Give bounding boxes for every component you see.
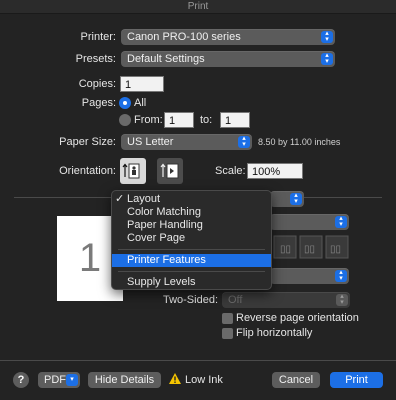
portrait-orientation-button[interactable] xyxy=(120,158,146,184)
landscape-orientation-icon xyxy=(160,163,179,179)
menu-item-color-matching[interactable]: Color Matching xyxy=(112,206,271,219)
paper-size-value: US Letter xyxy=(127,136,174,148)
pages-from-label: From: xyxy=(134,114,163,126)
menu-item-supply-levels[interactable]: Supply Levels xyxy=(112,276,271,289)
copies-field[interactable]: 1 xyxy=(120,76,164,92)
print-button[interactable]: Print xyxy=(330,372,383,388)
help-button[interactable]: ? xyxy=(13,372,29,388)
layout-direction-icon: ▯▯ ▯▯ ▯▯ xyxy=(273,235,349,259)
cancel-button[interactable]: Cancel xyxy=(272,372,320,388)
low-ink-status: Low Ink xyxy=(185,374,223,386)
checkmark-icon: ✓ xyxy=(115,193,125,205)
two-sided-label: Two-Sided: xyxy=(162,294,218,306)
svg-text:▯▯: ▯▯ xyxy=(330,244,341,255)
menu-item-label: Layout xyxy=(127,193,161,205)
menu-separator xyxy=(118,271,265,272)
up-down-arrows-icon: ▴ ▾ xyxy=(290,192,302,205)
up-down-arrows-icon: ▴ ▾ xyxy=(321,52,333,65)
presets-popup[interactable]: Default Settings ▴ ▾ xyxy=(121,51,335,67)
scale-label: Scale: xyxy=(215,165,246,177)
two-sided-value: Off xyxy=(228,294,243,306)
pages-to-field[interactable]: 1 xyxy=(220,112,250,128)
flip-horizontally-label: Flip horizontally xyxy=(236,327,313,339)
reverse-orientation-checkbox[interactable] xyxy=(222,313,233,324)
flip-horizontally-checkbox[interactable] xyxy=(222,328,233,339)
pages-range-radio[interactable] xyxy=(119,114,131,126)
copies-label: Copies: xyxy=(78,78,116,90)
up-down-arrows-icon: ▴ ▾ xyxy=(336,293,348,306)
presets-label: Presets: xyxy=(75,53,116,65)
menu-item-label: Supply Levels xyxy=(127,276,196,288)
scale-field[interactable]: 100% xyxy=(247,163,303,179)
svg-text:▯▯: ▯▯ xyxy=(280,244,291,255)
layout-direction-group[interactable]: ▯▯ ▯▯ ▯▯ xyxy=(272,234,352,260)
warning-triangle-icon xyxy=(169,373,181,384)
paper-size-popup[interactable]: US Letter ▴ ▾ xyxy=(121,134,252,150)
up-down-arrows-icon: ▴ ▾ xyxy=(321,30,333,43)
section-menu: ✓ Layout Color Matching Paper Handling C… xyxy=(111,190,272,290)
pages-from-field[interactable]: 1 xyxy=(164,112,194,128)
up-down-arrows-icon: ▴ ▾ xyxy=(238,135,250,148)
pdf-label: PDF xyxy=(44,374,66,386)
printer-value: Canon PRO-100 series xyxy=(127,31,241,43)
window-title: Print xyxy=(0,0,396,14)
landscape-orientation-button[interactable] xyxy=(157,158,183,184)
paper-dimensions: 8.50 by 11.00 inches xyxy=(258,137,341,147)
chevron-down-icon: ▾ xyxy=(66,374,78,386)
up-down-arrows-icon: ▴ ▾ xyxy=(335,269,347,282)
section-popup[interactable]: ▴ ▾ xyxy=(270,191,304,207)
menu-item-cover-page[interactable]: Cover Page xyxy=(112,232,271,245)
printer-label: Printer: xyxy=(80,31,116,43)
pages-to-label: to: xyxy=(200,114,213,126)
menu-item-layout[interactable]: ✓ Layout xyxy=(112,193,271,206)
footer-separator xyxy=(0,360,396,361)
menu-item-label: Cover Page xyxy=(127,232,186,244)
border-popup[interactable]: ▴ ▾ xyxy=(270,268,349,284)
menu-item-printer-features[interactable]: Printer Features xyxy=(112,254,271,267)
menu-separator xyxy=(118,249,265,250)
menu-item-label: Printer Features xyxy=(127,254,206,266)
menu-item-paper-handling[interactable]: Paper Handling xyxy=(112,219,271,232)
reverse-orientation-label: Reverse page orientation xyxy=(236,312,359,324)
orientation-label: Orientation: xyxy=(59,165,116,177)
portrait-orientation-icon xyxy=(122,163,140,179)
paper-size-label: Paper Size: xyxy=(59,136,116,148)
pages-all-label: All xyxy=(134,97,147,109)
hide-details-button[interactable]: Hide Details xyxy=(88,372,161,388)
presets-value: Default Settings xyxy=(127,53,205,65)
pages-label: Pages: xyxy=(81,97,116,109)
up-down-arrows-icon: ▴ ▾ xyxy=(335,215,347,228)
pdf-menu-button[interactable]: PDF ▾ xyxy=(38,372,80,388)
printer-popup[interactable]: Canon PRO-100 series ▴ ▾ xyxy=(121,29,335,45)
svg-text:▯▯: ▯▯ xyxy=(304,244,315,255)
two-sided-popup[interactable]: Off ▴ ▾ xyxy=(222,292,350,308)
pages-all-radio[interactable] xyxy=(119,97,131,109)
menu-item-label: Color Matching xyxy=(127,206,201,218)
menu-item-label: Paper Handling xyxy=(127,219,203,231)
pages-per-sheet-popup[interactable]: ▴ ▾ xyxy=(270,214,349,230)
